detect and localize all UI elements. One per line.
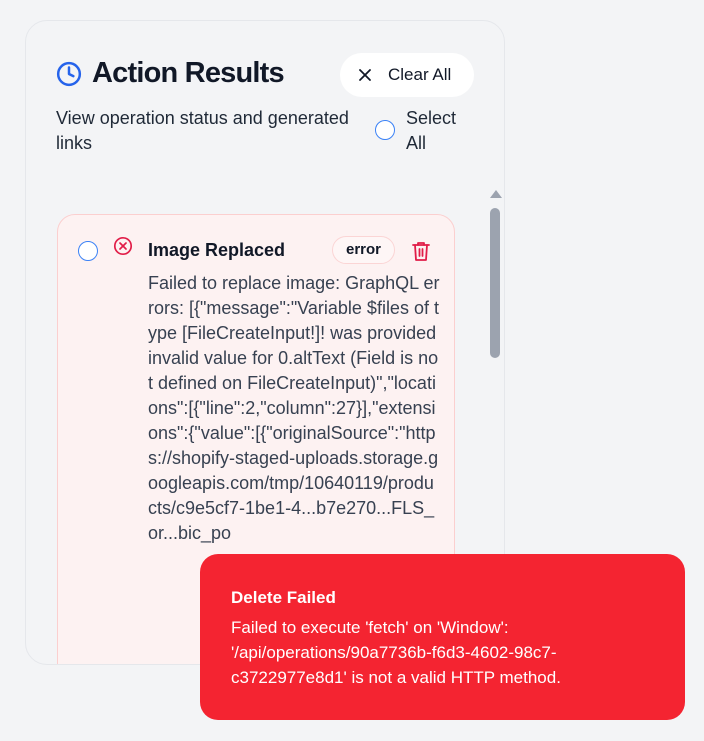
select-all-label: Select All: [406, 108, 457, 153]
close-icon: [359, 69, 371, 81]
result-select-radio[interactable]: [78, 241, 98, 261]
panel-header: Action Results: [56, 57, 285, 90]
error-toast: Delete Failed Failed to execute 'fetch' …: [200, 554, 685, 720]
page-title: Action Results: [92, 57, 285, 89]
select-all-toggle[interactable]: Select All: [375, 106, 466, 156]
trash-icon[interactable]: [411, 240, 431, 262]
toast-message: Failed to execute 'fetch' on 'Window': '…: [231, 618, 561, 687]
status-badge: error: [332, 236, 396, 264]
scroll-up-arrow-icon[interactable]: [490, 190, 502, 198]
result-title: Image Replaced: [148, 240, 286, 260]
result-message: Failed to replace image: GraphQL errors:…: [148, 273, 442, 543]
select-all-radio[interactable]: [375, 120, 395, 140]
scrollbar-thumb[interactable]: [490, 208, 500, 358]
panel-subtitle: View operation status and generated link…: [56, 108, 349, 153]
error-circle-icon: [113, 236, 133, 256]
clear-all-button[interactable]: Clear All: [340, 53, 474, 97]
clock-icon: [56, 61, 82, 86]
toast-title: Delete Failed: [231, 588, 336, 607]
clear-all-label: Clear All: [388, 65, 452, 84]
